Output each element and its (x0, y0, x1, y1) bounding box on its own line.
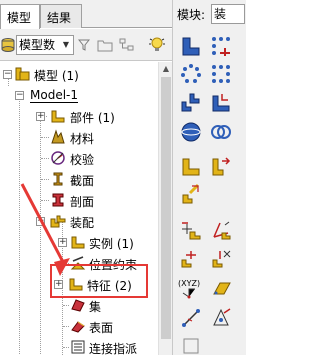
red-arrow-icon (20, 183, 70, 276)
